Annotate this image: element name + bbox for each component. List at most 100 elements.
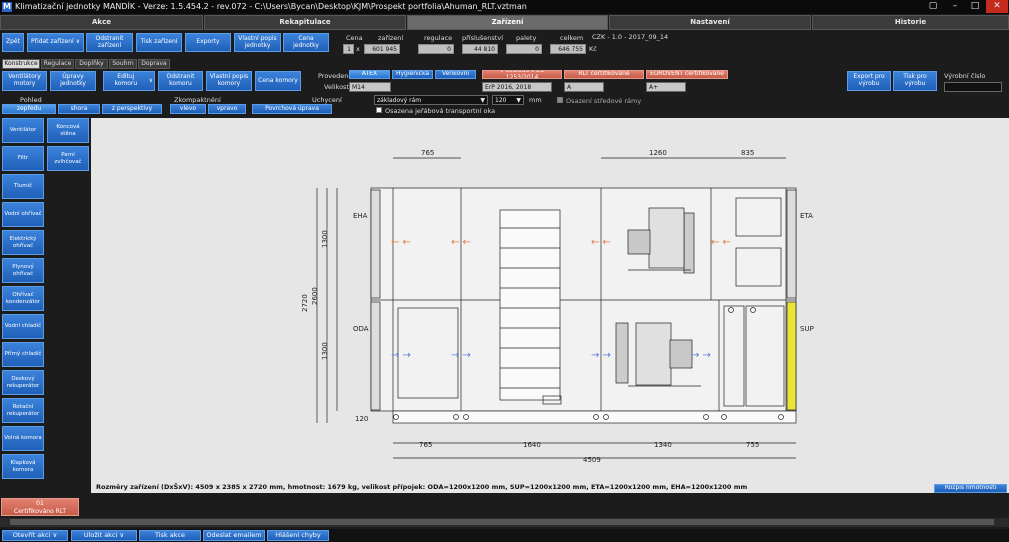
crane-eyes-checkbox[interactable] bbox=[376, 107, 382, 113]
velikost-label: Velikost bbox=[324, 83, 349, 91]
unit-drawing-canvas[interactable]: ← ← ← ← ← ← ← ← → → → → → → → → EHA ODA ETA … bbox=[91, 118, 1009, 493]
device-tab-label: Certifikováno RLT bbox=[13, 508, 67, 515]
rlt-certified-badge[interactable]: RLT certifikované bbox=[564, 70, 644, 79]
dim-top-2: 1260 bbox=[649, 149, 667, 157]
print-action-button[interactable]: Tisk akce bbox=[139, 530, 201, 541]
component-button-11[interactable]: Volná komora bbox=[2, 426, 44, 451]
component-button-7[interactable]: Vodní chladič bbox=[2, 314, 44, 339]
subtab-konstrukce[interactable]: Konstrukce bbox=[2, 59, 40, 69]
export-production-button[interactable]: Export pro výrobu bbox=[847, 71, 891, 91]
svg-text:→ →: → → bbox=[591, 350, 611, 361]
component-button-secondary-0[interactable]: Koncová stěna bbox=[47, 118, 89, 143]
regulation-header: regulace bbox=[424, 34, 453, 42]
provedeni-label: Provedení bbox=[318, 72, 351, 80]
own-unit-description-button[interactable]: Vlastní popis jednotky bbox=[234, 33, 281, 52]
edit-chamber-label: Edituj komoru bbox=[114, 73, 138, 87]
dim-total: 4509 bbox=[583, 456, 601, 464]
chamber-price-button[interactable]: Cena komory bbox=[255, 71, 301, 91]
report-bug-button[interactable]: Hlášení chyby bbox=[267, 530, 329, 541]
tab-rekapitulace[interactable]: Rekapitulace bbox=[204, 15, 406, 30]
extra-window-icon[interactable]: ▢ bbox=[923, 0, 943, 13]
exports-button[interactable]: Exporty bbox=[185, 33, 231, 52]
fans-motors-button[interactable]: Ventilátory motory bbox=[2, 71, 47, 91]
add-device-label: Přidat zařízení bbox=[31, 38, 74, 46]
component-button-2[interactable]: Tlumič bbox=[2, 174, 44, 199]
subtab-doplnky[interactable]: Doplňky bbox=[75, 59, 108, 69]
mounting-height-select[interactable]: 120 ▼ bbox=[492, 95, 524, 105]
subtab-doprava[interactable]: Doprava bbox=[138, 59, 170, 69]
component-button-secondary-1[interactable]: Parní zvlhčovač bbox=[47, 146, 89, 171]
total-header: celkem bbox=[560, 34, 584, 42]
print-production-button[interactable]: Tisk pro výrobu bbox=[893, 71, 937, 91]
erp-select[interactable]: ErP 2016, 2018 bbox=[482, 82, 552, 92]
open-action-button[interactable]: Otevřít akci ∨ bbox=[2, 530, 68, 541]
horizontal-scrollbar[interactable] bbox=[0, 518, 1009, 527]
send-email-button[interactable]: Odeslat emailem bbox=[203, 530, 265, 541]
view-front-button[interactable]: zepředu bbox=[2, 104, 56, 114]
serial-number-input[interactable] bbox=[944, 82, 1002, 92]
component-button-10[interactable]: Rotační rekuperátor bbox=[2, 398, 44, 423]
component-button-4[interactable]: Elektrický ohřívač bbox=[2, 230, 44, 255]
tab-zarizeni[interactable]: Zařízení bbox=[407, 15, 608, 30]
size-select[interactable]: M14 bbox=[349, 82, 391, 92]
quantity-field[interactable]: 1 bbox=[343, 44, 354, 54]
view-perspective-button[interactable]: z perspektivy bbox=[102, 104, 162, 114]
option-atex[interactable]: ATEX bbox=[349, 70, 390, 79]
device-tab-01[interactable]: 01 Certifikováno RLT bbox=[1, 498, 79, 516]
price-list-label: CZK - 1.0 - 2017_09_14 bbox=[592, 33, 669, 41]
scrollbar-thumb[interactable] bbox=[10, 519, 994, 525]
price-label: Cena bbox=[346, 34, 363, 42]
subtab-regulace[interactable]: Regulace bbox=[41, 59, 74, 69]
save-action-button[interactable]: Uložit akci ∨ bbox=[71, 530, 137, 541]
open-action-label: Otevřít akci bbox=[12, 531, 51, 539]
print-device-button[interactable]: Tisk zařízení bbox=[136, 33, 182, 52]
add-device-button[interactable]: Přidat zařízení ∨ bbox=[27, 33, 84, 52]
dim-bottom-2: 1640 bbox=[523, 441, 541, 449]
compact-left-button[interactable]: vlevo bbox=[170, 104, 206, 114]
mounting-select[interactable]: základový rám ▼ bbox=[374, 95, 488, 105]
surface-treatment-button[interactable]: Povrchová úprava bbox=[252, 104, 332, 114]
view-top-button[interactable]: shora bbox=[58, 104, 100, 114]
component-button-3[interactable]: Vodní ohřívač bbox=[2, 202, 44, 227]
maximize-icon[interactable]: □ bbox=[965, 0, 985, 13]
component-button-0[interactable]: Ventilátor bbox=[2, 118, 44, 143]
unit-price-button[interactable]: Cena jednotky bbox=[283, 33, 329, 52]
class-aplus-select[interactable]: A+ bbox=[646, 82, 686, 92]
component-button-1[interactable]: Filtr bbox=[2, 146, 44, 171]
chevron-down-icon: ∨ bbox=[75, 38, 80, 46]
remove-chamber-button[interactable]: Odstranit komoru bbox=[158, 71, 203, 91]
chevron-down-icon: ∨ bbox=[148, 76, 153, 84]
back-button[interactable]: Zpět bbox=[2, 33, 24, 52]
component-button-8[interactable]: Přímý chladič bbox=[2, 342, 44, 367]
close-icon[interactable]: ✕ bbox=[986, 0, 1008, 13]
svg-text:← ←: ← ← bbox=[391, 237, 411, 248]
subtab-souhrn[interactable]: Souhrn bbox=[109, 59, 137, 69]
component-button-6[interactable]: Ohřívač kondenzátor bbox=[2, 286, 44, 311]
tab-akce[interactable]: Akce bbox=[0, 15, 203, 30]
own-chamber-description-button[interactable]: Vlastní popis komory bbox=[206, 71, 252, 91]
remove-device-button[interactable]: Odstranit zařízení bbox=[86, 33, 133, 52]
tab-historie[interactable]: Historie bbox=[812, 15, 1009, 30]
center-frames-checkbox[interactable] bbox=[557, 97, 563, 103]
dim-bottom-3: 1340 bbox=[654, 441, 672, 449]
component-button-12[interactable]: Klapková komora bbox=[2, 454, 44, 479]
unit-modifications-button[interactable]: Úpravy jednotky bbox=[50, 71, 96, 91]
eurovent-certified-badge[interactable]: EUROVENT certifikované bbox=[646, 70, 728, 79]
weight-breakdown-button[interactable]: Rozpis hmotnosti bbox=[934, 484, 1007, 493]
option-outdoor[interactable]: Venkovní bbox=[435, 70, 476, 79]
eu-compliance-badge[interactable]: V souladu s EU 1253/2014 bbox=[482, 70, 562, 79]
component-button-9[interactable]: Deskový rekuperátor bbox=[2, 370, 44, 395]
component-button-5[interactable]: Plynový ohřívač bbox=[2, 258, 44, 283]
mounting-label: Uchycení bbox=[312, 96, 342, 104]
class-a-select[interactable]: A bbox=[564, 82, 604, 92]
app-logo: M bbox=[2, 2, 12, 12]
option-hygienic[interactable]: Hygienická bbox=[392, 70, 433, 79]
svg-text:→ →: → → bbox=[691, 350, 711, 361]
minimize-icon[interactable]: – bbox=[945, 0, 965, 13]
chevron-down-icon: ∨ bbox=[119, 531, 125, 539]
edit-chamber-button[interactable]: Edituj komoru ∨ bbox=[103, 71, 155, 91]
tab-nastaveni[interactable]: Nastavení bbox=[609, 15, 811, 30]
center-frames-label: Osazení středové rámy bbox=[566, 97, 642, 105]
compact-right-button[interactable]: vpravo bbox=[208, 104, 246, 114]
times-label: x bbox=[356, 45, 360, 53]
